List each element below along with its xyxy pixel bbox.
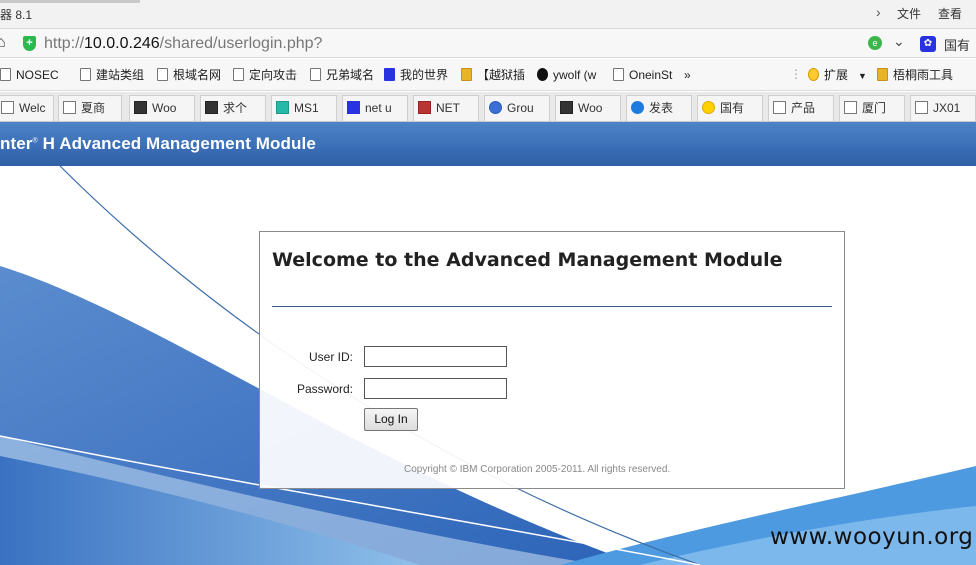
browser-tab[interactable]: Woo: [555, 95, 621, 121]
extensions-button[interactable]: 扩展 ▼: [808, 67, 867, 83]
chevron-right-icon[interactable]: ›: [876, 4, 881, 20]
security-shield-icon[interactable]: +: [23, 36, 36, 51]
bookmark-item[interactable]: 【越狱插: [461, 67, 525, 83]
page-icon: [915, 101, 928, 114]
bookmarks-separator: ⋮: [790, 67, 802, 81]
browser-tab[interactable]: 产品: [768, 95, 834, 121]
bookmark-item[interactable]: ywolf (w: [537, 67, 596, 83]
puzzle-icon: [461, 68, 472, 81]
page-icon: [233, 68, 244, 81]
userid-label: User ID:: [308, 350, 353, 364]
app-header: nter® H Advanced Management Module: [0, 122, 976, 166]
window-title: 器 8.1: [0, 8, 33, 22]
b-icon: [418, 101, 431, 114]
url-input[interactable]: http://10.0.0.246/shared/userlogin.php?: [40, 33, 860, 55]
active-window-edge: [0, 0, 140, 3]
page-icon: [844, 101, 857, 114]
userid-input[interactable]: [364, 346, 507, 367]
menu-view[interactable]: 查看: [938, 5, 962, 22]
browser-tab[interactable]: Welc: [0, 95, 54, 121]
bookmark-item[interactable]: 我的世界: [384, 67, 448, 83]
wooyun-icon: [134, 101, 147, 114]
login-title: Welcome to the Advanced Management Modul…: [272, 249, 783, 271]
browser-tab[interactable]: 国有: [697, 95, 763, 121]
flag-icon: [702, 101, 715, 114]
bookmark-item[interactable]: NOSEC: [0, 67, 59, 83]
address-bar: ⌂ + http://10.0.0.246/shared/userlogin.p…: [0, 28, 976, 58]
url-path: /shared/userlogin.php?: [159, 35, 323, 52]
browser-tab[interactable]: 夏商: [58, 95, 122, 121]
chevron-down-icon: ▼: [858, 71, 867, 81]
page-icon: [63, 101, 76, 114]
watermark: www.wooyun.org: [770, 524, 974, 550]
bookmarks-bar: NOSEC 建站类组 根域名网 定向攻击 兄弟域名 我的世界 【越狱插 ywol…: [0, 59, 976, 91]
browser-tab[interactable]: 求个: [200, 95, 266, 121]
login-panel: Welcome to the Advanced Management Modul…: [259, 231, 845, 489]
browser-tab[interactable]: 发表: [626, 95, 692, 121]
page-icon: [613, 68, 624, 81]
browser-tab[interactable]: JX01: [910, 95, 976, 121]
password-label: Password:: [296, 382, 353, 396]
title-divider: [272, 306, 832, 307]
bookmark-item[interactable]: 定向攻击: [233, 67, 297, 83]
tool-button[interactable]: 梧桐雨工具: [877, 67, 953, 83]
browser-tab[interactable]: MS1: [271, 95, 337, 121]
extensions-icon: [808, 68, 819, 81]
login-button[interactable]: Log In: [364, 408, 418, 431]
page-icon: [310, 68, 321, 81]
url-host: 10.0.0.246: [84, 35, 160, 52]
tool-icon: [877, 68, 888, 81]
cloud-icon: [489, 101, 502, 114]
window-title-bar: 器 8.1 › 文件 查看: [0, 0, 976, 28]
page-icon: [157, 68, 168, 81]
baidu-icon: [347, 101, 360, 114]
browser-tab[interactable]: Grou: [484, 95, 550, 121]
home-icon[interactable]: ⌂: [0, 34, 6, 52]
baidu-search-icon[interactable]: ✿: [920, 36, 936, 52]
tab-strip: Welc 夏商 Woo 求个 MS1 net u NET Grou Woo 发表…: [0, 92, 976, 122]
bookmark-item[interactable]: 兄弟域名: [310, 67, 374, 83]
browser-tab[interactable]: net u: [342, 95, 408, 121]
page-icon: [0, 68, 11, 81]
bookmark-item[interactable]: 建站类组: [80, 67, 144, 83]
bookmarks-overflow[interactable]: »: [684, 67, 691, 83]
wooyun-icon: [205, 101, 218, 114]
wooyun-icon: [560, 101, 573, 114]
password-input[interactable]: [364, 378, 507, 399]
url-prefix: http://: [44, 35, 85, 52]
page-icon: [1, 101, 14, 114]
copyright-text: Copyright © IBM Corporation 2005-2011. A…: [404, 464, 671, 475]
ms-icon: [276, 101, 289, 114]
s-icon: [631, 101, 644, 114]
browser-tab[interactable]: Woo: [129, 95, 195, 121]
speed-mode-icon[interactable]: e: [868, 36, 882, 50]
browser-tab[interactable]: NET: [413, 95, 479, 121]
app-title: nter® H Advanced Management Module: [0, 134, 316, 153]
bookmark-item[interactable]: 根域名网: [157, 67, 221, 83]
bookmark-item[interactable]: OneinSt: [613, 67, 672, 83]
menu-file[interactable]: 文件: [897, 5, 921, 22]
github-icon: [537, 68, 548, 81]
baidu-icon: [384, 68, 395, 81]
search-engine-label[interactable]: 国有: [944, 35, 970, 54]
page-icon: [773, 101, 786, 114]
page-icon: [80, 68, 91, 81]
chevron-down-icon[interactable]: ⌄: [893, 33, 905, 50]
browser-tab[interactable]: 厦门: [839, 95, 905, 121]
